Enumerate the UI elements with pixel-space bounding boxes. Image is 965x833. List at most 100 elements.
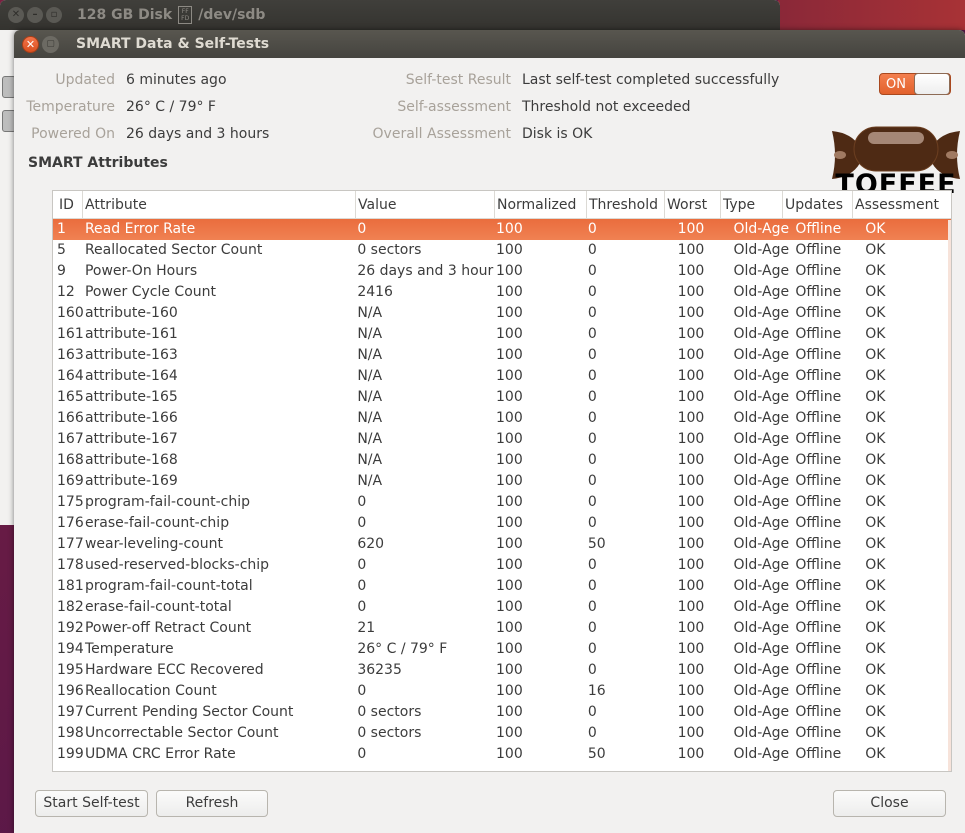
cell-worst: 100 bbox=[677, 410, 705, 426]
cell-assessment: OK bbox=[865, 683, 886, 699]
table-row[interactable]: 167 attribute-167 N/A 100 0 100 Old-Age Offline… bbox=[53, 429, 951, 450]
table-scrollbar[interactable] bbox=[948, 220, 951, 771]
cell-type: Old-Age bbox=[733, 326, 790, 342]
cell-type: Old-Age bbox=[733, 410, 790, 426]
column-header-normalized[interactable]: Normalized bbox=[495, 191, 587, 218]
cell-normalized: 100 bbox=[496, 704, 523, 720]
column-header-worst[interactable]: Worst bbox=[665, 191, 721, 218]
column-header-type[interactable]: Type bbox=[721, 191, 783, 218]
table-row[interactable]: 168 attribute-168 N/A 100 0 100 Old-Age Offline… bbox=[53, 450, 951, 471]
table-row[interactable]: 177 wear-leveling-count 620 100 50 100 Old-Age… bbox=[53, 534, 951, 555]
table-body: 1 Read Error Rate 0 100 0 100 Old-Age Offline OK… bbox=[53, 219, 951, 765]
table-row[interactable]: 178 used-reserved-blocks-chip 0 100 0 100 Old-… bbox=[53, 555, 951, 576]
cell-updates: Offline bbox=[795, 494, 842, 510]
table-row[interactable]: 192 Power-off Retract Count 21 100 0 100 Old-A… bbox=[53, 618, 951, 639]
cell-value: N/A bbox=[357, 389, 383, 405]
start-self-test-button[interactable]: Start Self-test bbox=[35, 790, 148, 817]
cell-value: N/A bbox=[357, 326, 383, 342]
table-row[interactable]: 175 program-fail-count-chip 0 100 0 100 Old-Ag… bbox=[53, 492, 951, 513]
overall-assessment-value: Disk is OK bbox=[522, 126, 593, 142]
cell-worst: 100 bbox=[677, 305, 705, 321]
table-row[interactable]: 163 attribute-163 N/A 100 0 100 Old-Age Offline… bbox=[53, 345, 951, 366]
table-row[interactable]: 160 attribute-160 N/A 100 0 100 Old-Age Offline… bbox=[53, 303, 951, 324]
cell-assessment: OK bbox=[865, 620, 886, 636]
dialog-maximize-icon[interactable]: ▢ bbox=[42, 35, 59, 53]
parent-window-title: 128 GB Disk FF FD /dev/sdb bbox=[77, 6, 265, 24]
table-row[interactable]: 164 attribute-164 N/A 100 0 100 Old-Age Offline… bbox=[53, 366, 951, 387]
cell-assessment: OK bbox=[865, 305, 886, 321]
table-row[interactable]: 196 Reallocation Count 0 100 16 100 Old-Age Off… bbox=[53, 681, 951, 702]
cell-assessment: OK bbox=[865, 725, 886, 741]
smart-enable-switch[interactable]: ON bbox=[879, 73, 951, 95]
cell-worst: 100 bbox=[677, 389, 705, 405]
cell-id: 199 bbox=[57, 746, 83, 762]
dialog-close-icon[interactable]: ✕ bbox=[22, 35, 39, 53]
column-header-attribute[interactable]: Attribute bbox=[83, 191, 356, 218]
table-row[interactable]: 195 Hardware ECC Recovered 36235 100 0 100 Old… bbox=[53, 660, 951, 681]
parent-device-path: /dev/sdb bbox=[198, 7, 266, 23]
cell-assessment: OK bbox=[865, 284, 886, 300]
table-row[interactable]: 5 Reallocated Sector Count 0 sectors 100 0 10… bbox=[53, 240, 951, 261]
table-row[interactable]: 12 Power Cycle Count 2416 100 0 100 Old-Age Off… bbox=[53, 282, 951, 303]
column-header-threshold[interactable]: Threshold bbox=[587, 191, 665, 218]
cell-id: 197 bbox=[57, 704, 83, 720]
cell-worst: 100 bbox=[677, 368, 705, 384]
cell-worst: 100 bbox=[677, 473, 705, 489]
table-row[interactable]: 161 attribute-161 N/A 100 0 100 Old-Age Offline… bbox=[53, 324, 951, 345]
cell-updates: Offline bbox=[795, 347, 842, 363]
cell-normalized: 100 bbox=[496, 557, 523, 573]
table-row[interactable]: 199 UDMA CRC Error Rate 0 100 50 100 Old-Age Of… bbox=[53, 744, 951, 765]
cell-value: N/A bbox=[357, 368, 383, 384]
table-row[interactable]: 169 attribute-169 N/A 100 0 100 Old-Age Offline… bbox=[53, 471, 951, 492]
cell-updates: Offline bbox=[795, 620, 842, 636]
cell-attribute: attribute-160 bbox=[84, 305, 178, 321]
switch-knob[interactable] bbox=[914, 73, 950, 95]
cell-normalized: 100 bbox=[496, 431, 523, 447]
column-header-id[interactable]: ID bbox=[53, 191, 83, 218]
cell-threshold: 0 bbox=[587, 599, 597, 615]
cell-type: Old-Age bbox=[733, 494, 790, 510]
cell-worst: 100 bbox=[677, 683, 705, 699]
table-row[interactable]: 181 program-fail-count-total 0 100 0 100 Old-A… bbox=[53, 576, 951, 597]
cell-updates: Offline bbox=[795, 557, 842, 573]
cell-type: Old-Age bbox=[733, 431, 790, 447]
cell-attribute: used-reserved-blocks-chip bbox=[84, 557, 270, 573]
cell-worst: 100 bbox=[677, 578, 705, 594]
table-row[interactable]: 198 Uncorrectable Sector Count 0 sectors 10… bbox=[53, 723, 951, 744]
cell-threshold: 0 bbox=[587, 725, 597, 741]
cell-value: N/A bbox=[357, 305, 383, 321]
table-row[interactable]: 1 Read Error Rate 0 100 0 100 Old-Age Offline OK bbox=[53, 219, 951, 240]
table-row[interactable]: 176 erase-fail-count-chip 0 100 0 100 Old-Age O… bbox=[53, 513, 951, 534]
cell-id: 177 bbox=[57, 536, 83, 552]
cell-attribute: wear-leveling-count bbox=[84, 536, 223, 552]
temperature-value: 26° C / 79° F bbox=[126, 99, 216, 115]
table-row[interactable]: 165 attribute-165 N/A 100 0 100 Old-Age Offline… bbox=[53, 387, 951, 408]
table-row[interactable]: 9 Power-On Hours 26 days and 3 hours 100 0 10… bbox=[53, 261, 951, 282]
cell-threshold: 0 bbox=[587, 263, 597, 279]
table-row[interactable]: 197 Current Pending Sector Count 0 sectors… bbox=[53, 702, 951, 723]
close-button[interactable]: Close bbox=[833, 790, 946, 817]
column-header-assessment[interactable]: Assessment bbox=[853, 191, 949, 218]
self-test-result-label: Self-test Result bbox=[405, 72, 511, 88]
parent-maximize-button[interactable]: ▫ bbox=[46, 7, 62, 23]
table-row[interactable]: 166 attribute-166 N/A 100 0 100 Old-Age Offline… bbox=[53, 408, 951, 429]
smart-attributes-table[interactable]: ID Attribute Value Normalized Threshold … bbox=[52, 190, 952, 772]
smart-dialog: ✕ ▢ SMART Data & Self-Tests Updated 6 mi… bbox=[14, 30, 965, 833]
cell-normalized: 100 bbox=[496, 242, 523, 258]
column-header-updates[interactable]: Updates bbox=[783, 191, 853, 218]
cell-updates: Offline bbox=[795, 725, 842, 741]
cell-value: 0 bbox=[357, 599, 367, 615]
column-header-value[interactable]: Value bbox=[356, 191, 495, 218]
cell-type: Old-Age bbox=[733, 641, 790, 657]
refresh-button[interactable]: Refresh bbox=[156, 790, 268, 817]
table-row[interactable]: 194 Temperature 26° C / 79° F 100 0 100 Old-Ag… bbox=[53, 639, 951, 660]
cell-type: Old-Age bbox=[733, 746, 790, 762]
cell-updates: Offline bbox=[795, 305, 842, 321]
cell-assessment: OK bbox=[865, 221, 886, 237]
cell-attribute: Current Pending Sector Count bbox=[84, 704, 294, 720]
cell-worst: 100 bbox=[677, 641, 705, 657]
cell-attribute: erase-fail-count-chip bbox=[84, 515, 230, 531]
table-row[interactable]: 182 erase-fail-count-total 0 100 0 100 Old-Age… bbox=[53, 597, 951, 618]
parent-minimize-button[interactable]: – bbox=[27, 7, 43, 23]
parent-close-button[interactable]: ✕ bbox=[8, 7, 24, 23]
